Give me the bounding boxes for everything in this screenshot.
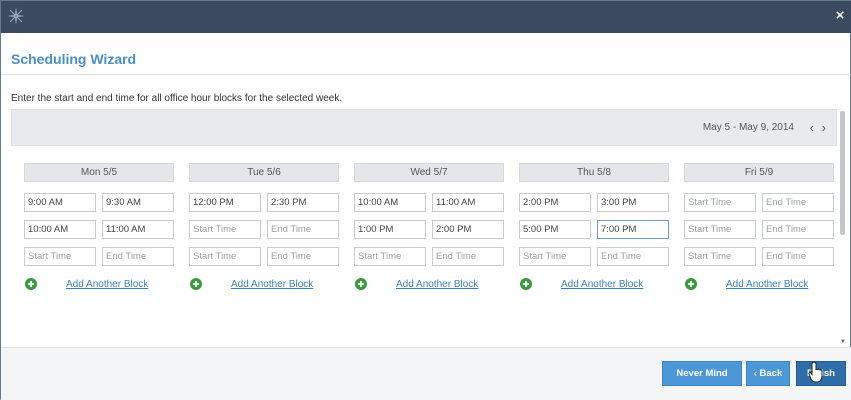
- end-time-input[interactable]: [432, 220, 504, 239]
- end-time-input[interactable]: [102, 247, 174, 266]
- vertical-scrollbar[interactable]: ▼: [840, 109, 846, 345]
- start-time-input[interactable]: [354, 220, 426, 239]
- end-time-input[interactable]: [597, 193, 669, 212]
- add-circle-icon: [355, 278, 367, 290]
- start-time-input[interactable]: [189, 247, 261, 266]
- dialog-header: Scheduling Wizard: [1, 33, 851, 75]
- week-navigation-bar: May 5 - May 9, 2014 ‹ ›: [11, 109, 837, 146]
- day-columns: Mon 5/5 Add Another Block Tue 5/6 Add An…: [24, 163, 834, 293]
- day-header: Fri 5/9: [684, 163, 834, 182]
- day-column-fri: Fri 5/9 Add Another Block: [684, 163, 834, 293]
- never-mind-button[interactable]: Never Mind: [662, 361, 742, 386]
- start-time-input[interactable]: [519, 193, 591, 212]
- day-column-wed: Wed 5/7 Add Another Block: [354, 163, 504, 293]
- end-time-input[interactable]: [762, 247, 834, 266]
- end-time-input[interactable]: [597, 220, 669, 239]
- end-time-input[interactable]: [762, 193, 834, 212]
- add-circle-icon: [190, 278, 202, 290]
- add-another-block-label[interactable]: Add Another Block: [231, 279, 313, 290]
- add-another-block-link[interactable]: Add Another Block: [189, 277, 339, 293]
- end-time-input[interactable]: [432, 193, 504, 212]
- add-another-block-label[interactable]: Add Another Block: [66, 279, 148, 290]
- day-header: Thu 5/8: [519, 163, 669, 182]
- previous-week-chevron-icon[interactable]: ‹: [810, 120, 814, 135]
- start-time-input[interactable]: [519, 247, 591, 266]
- start-time-input[interactable]: [684, 220, 756, 239]
- back-button[interactable]: ‹ Back: [746, 361, 790, 386]
- start-time-input[interactable]: [189, 193, 261, 212]
- day-header: Tue 5/6: [189, 163, 339, 182]
- end-time-input[interactable]: [102, 220, 174, 239]
- end-time-input[interactable]: [267, 220, 339, 239]
- start-time-input[interactable]: [24, 193, 96, 212]
- start-time-input[interactable]: [24, 247, 96, 266]
- start-time-input[interactable]: [684, 193, 756, 212]
- add-another-block-link[interactable]: Add Another Block: [684, 277, 834, 293]
- day-column-thu: Thu 5/8 Add Another Block: [519, 163, 669, 293]
- start-time-input[interactable]: [354, 193, 426, 212]
- add-another-block-label[interactable]: Add Another Block: [726, 279, 808, 290]
- start-time-input[interactable]: [24, 220, 96, 239]
- day-header: Wed 5/7: [354, 163, 504, 182]
- day-column-mon: Mon 5/5 Add Another Block: [24, 163, 174, 293]
- scroll-down-arrow-icon[interactable]: ▼: [840, 339, 846, 345]
- start-time-input[interactable]: [354, 247, 426, 266]
- add-another-block-label[interactable]: Add Another Block: [396, 279, 478, 290]
- close-icon[interactable]: ×: [832, 7, 848, 25]
- week-range-label: May 5 - May 9, 2014: [702, 122, 794, 133]
- day-header: Mon 5/5: [24, 163, 174, 182]
- hand-pointer-cursor-icon: [808, 361, 823, 383]
- end-time-input[interactable]: [432, 247, 504, 266]
- scheduling-wizard-dialog: × Scheduling Wizard Enter the start and …: [0, 0, 851, 400]
- add-circle-icon: [520, 278, 532, 290]
- end-time-input[interactable]: [762, 220, 834, 239]
- start-time-input[interactable]: [684, 247, 756, 266]
- end-time-input[interactable]: [267, 193, 339, 212]
- start-time-input[interactable]: [519, 220, 591, 239]
- add-circle-icon: [685, 278, 697, 290]
- star-logo-icon: [7, 7, 25, 25]
- end-time-input[interactable]: [267, 247, 339, 266]
- scrollbar-thumb[interactable]: [840, 111, 845, 235]
- day-column-tue: Tue 5/6 Add Another Block: [189, 163, 339, 293]
- title-bar: ×: [1, 1, 851, 33]
- add-another-block-link[interactable]: Add Another Block: [519, 277, 669, 293]
- add-another-block-link[interactable]: Add Another Block: [24, 277, 174, 293]
- dialog-footer: Never Mind ‹ Back Finish: [1, 347, 851, 400]
- add-circle-icon: [25, 278, 37, 290]
- dialog-title: Scheduling Wizard: [11, 51, 137, 67]
- add-another-block-link[interactable]: Add Another Block: [354, 277, 504, 293]
- start-time-input[interactable]: [189, 220, 261, 239]
- instructions-text: Enter the start and end time for all off…: [11, 93, 343, 104]
- next-week-chevron-icon[interactable]: ›: [822, 120, 826, 135]
- add-another-block-label[interactable]: Add Another Block: [561, 279, 643, 290]
- end-time-input[interactable]: [597, 247, 669, 266]
- end-time-input[interactable]: [102, 193, 174, 212]
